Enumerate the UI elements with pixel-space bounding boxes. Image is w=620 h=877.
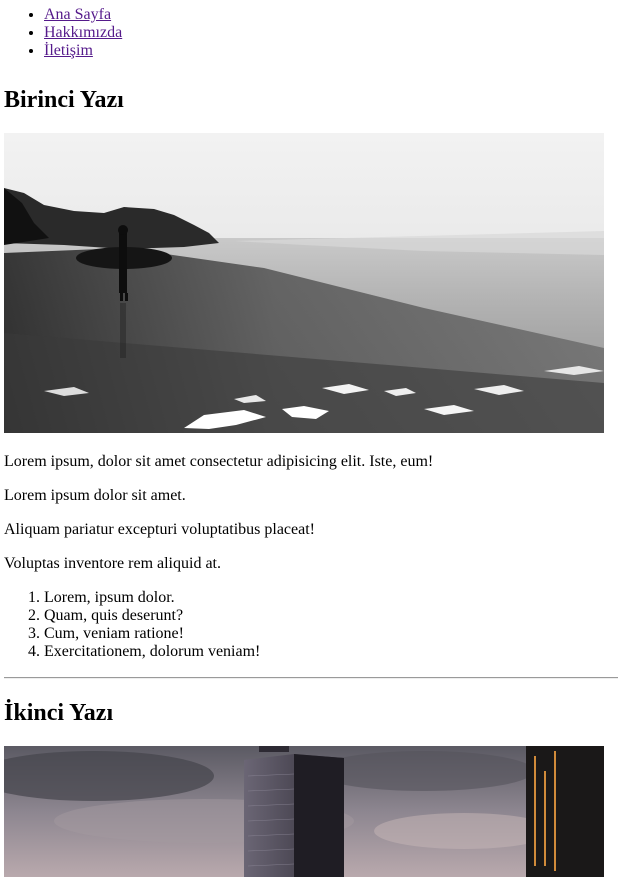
beach-photo-svg — [4, 133, 604, 433]
list-item: Cum, veniam ratione! — [44, 625, 260, 643]
nav-item-contact: İletişim — [44, 42, 616, 60]
list-item: Quam, quis deserunt? — [44, 607, 260, 625]
list-item: Exercitationem, dolorum veniam! — [44, 643, 260, 661]
post-paragraph-3: Aliquam pariatur excepturi voluptatibus … — [4, 521, 315, 538]
post-paragraph-1: Lorem ipsum, dolor sit amet consectetur … — [4, 453, 434, 470]
nav-link-home[interactable]: Ana Sayfa — [44, 6, 111, 23]
post-paragraph-2: Lorem ipsum dolor sit amet. — [4, 487, 186, 504]
post-title-first: Birinci Yazı — [4, 87, 124, 113]
list-item: Lorem, ipsum dolor. — [44, 589, 260, 607]
nav-link-contact[interactable]: İletişim — [44, 42, 93, 59]
beach-surfer-image — [4, 133, 604, 433]
city-photo-svg — [4, 746, 604, 877]
post-title-second: İkinci Yazı — [4, 700, 114, 726]
nav-item-about: Hakkımızda — [44, 24, 616, 42]
city-skyscrapers-image — [4, 746, 604, 877]
post-paragraph-4: Voluptas inventore rem aliquid at. — [4, 555, 221, 572]
nav-list: Ana Sayfa Hakkımızda İletişim — [4, 6, 616, 60]
nav-link-about[interactable]: Hakkımızda — [44, 24, 122, 41]
nav-item-home: Ana Sayfa — [44, 6, 616, 24]
ordered-list: Lorem, ipsum dolor. Quam, quis deserunt?… — [4, 589, 260, 661]
page: Ana Sayfa Hakkımızda İletişim Birinci Ya… — [0, 6, 620, 877]
horizontal-rule — [4, 677, 618, 679]
